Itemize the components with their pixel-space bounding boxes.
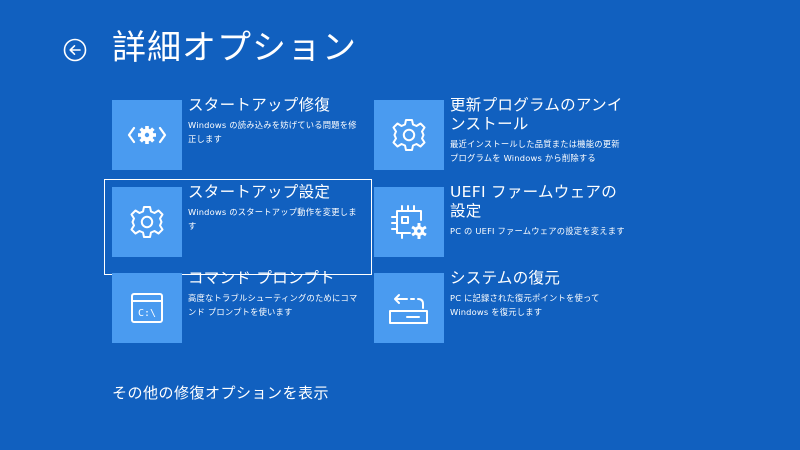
- option-uninstall-updates[interactable]: 更新プログラムのアンインストール 最近インストールした品質または機能の更新プログ…: [374, 96, 626, 180]
- option-description: Windows の読み込みを妨げている問題を修正します: [188, 120, 357, 144]
- system-restore-icon: [389, 294, 428, 324]
- option-icon-box: [112, 187, 182, 257]
- option-title: コマンド プロンプト: [188, 269, 335, 287]
- page-title: 詳細オプション: [112, 28, 357, 68]
- option-icon-box: [374, 100, 444, 170]
- option-description: PC の UEFI ファームウェアの設定を変えます: [450, 226, 625, 236]
- option-description: 高度なトラブルシューティングのためにコマンド プロンプトを使います: [188, 293, 358, 317]
- back-arrow-circle-icon: [63, 38, 87, 62]
- option-title: スタートアップ設定: [188, 183, 331, 201]
- option-icon-box: [374, 187, 444, 257]
- option-description: Windows のスタートアップ動作を変更します: [188, 207, 357, 231]
- option-command-prompt[interactable]: C:\ コマンド プロンプト 高度なトラブルシューティングのためにコマンド プロ…: [112, 269, 364, 353]
- option-title: システムの復元: [450, 269, 561, 287]
- option-system-restore[interactable]: システムの復元 PC に記録された復元ポイントを使って Windows を復元し…: [374, 269, 626, 353]
- command-prompt-icon: C:\: [131, 293, 163, 323]
- gear-icon: [392, 119, 426, 151]
- firmware-chip-gear-icon: [391, 205, 427, 239]
- option-icon-box: [374, 273, 444, 343]
- option-title: UEFI ファームウェアの設定: [450, 183, 617, 220]
- option-startup-repair[interactable]: スタートアップ修復 Windows の読み込みを妨げている問題を修正します: [112, 96, 364, 180]
- option-title: スタートアップ修復: [188, 96, 331, 114]
- option-icon-box: [112, 100, 182, 170]
- startup-repair-icon: [127, 126, 167, 144]
- option-startup-settings[interactable]: スタートアップ設定 Windows のスタートアップ動作を変更します: [104, 179, 372, 275]
- back-button[interactable]: [63, 38, 87, 62]
- more-repair-options-link[interactable]: その他の修復オプションを表示: [112, 383, 329, 403]
- option-uefi-firmware-settings[interactable]: UEFI ファームウェアの設定 PC の UEFI ファームウェアの設定を変えま…: [374, 183, 626, 267]
- option-description: PC に記録された復元ポイントを使って Windows を復元します: [450, 293, 600, 317]
- option-icon-box: C:\: [112, 273, 182, 343]
- gear-icon: [130, 206, 164, 238]
- svg-text:C:\: C:\: [138, 308, 156, 319]
- option-title: 更新プログラムのアンインストール: [450, 96, 623, 133]
- option-description: 最近インストールした品質または機能の更新プログラムを Windows から削除す…: [450, 139, 620, 163]
